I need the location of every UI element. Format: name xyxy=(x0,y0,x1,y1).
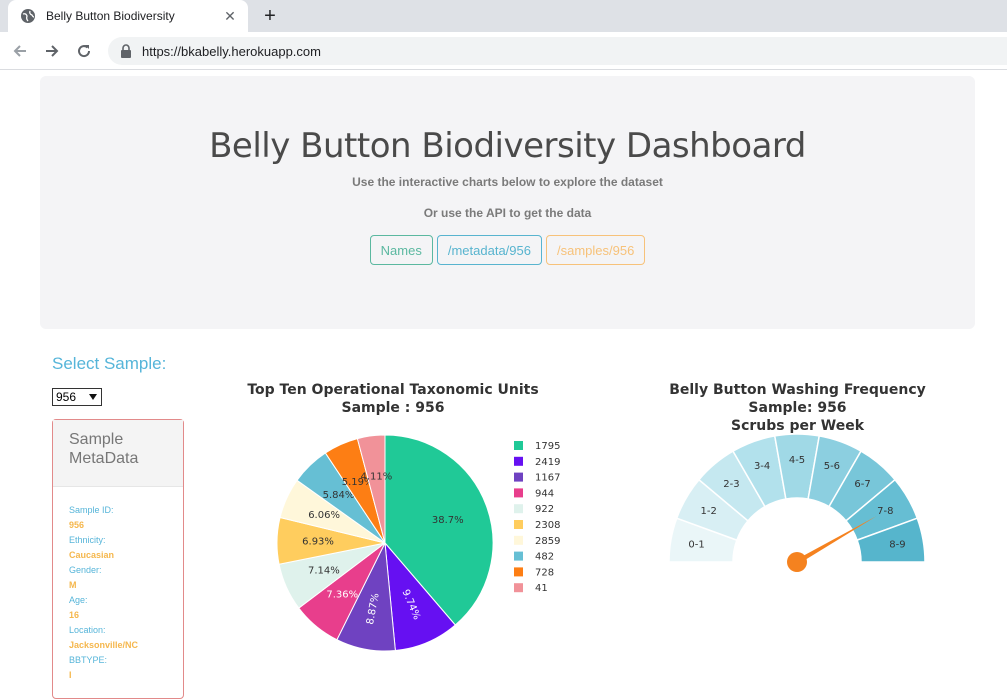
pie-value-label: 6.06% xyxy=(308,510,340,521)
gauge-segment-label: 4-5 xyxy=(789,455,805,466)
samples-api-button[interactable]: /samples/956 xyxy=(545,235,646,265)
reload-icon xyxy=(78,45,91,58)
gauge-title-line1: Belly Button Washing Frequency xyxy=(669,382,926,398)
pie-value-label: 7.36% xyxy=(326,590,358,601)
pie-value-label: 4.11% xyxy=(360,472,392,483)
metadata-key: BBTYPE: xyxy=(69,655,108,665)
legend-label[interactable]: 944 xyxy=(535,488,554,499)
lock-icon xyxy=(121,44,131,58)
metadata-key: Ethnicity: xyxy=(69,535,106,545)
subtitle-api: Or use the API to get the data xyxy=(423,206,592,220)
sample-select[interactable]: 956 xyxy=(52,388,102,406)
pie-chart-title: Top Ten Operational Taxonomic Units Samp… xyxy=(228,381,558,417)
metadata-key: Sample ID: xyxy=(69,505,114,515)
metadata-value: I xyxy=(69,670,72,680)
gauge-segment-label: 6-7 xyxy=(854,479,870,490)
legend-label[interactable]: 922 xyxy=(535,504,554,515)
sample-metadata-panel: Sample MetaData Sample ID: 956 Ethnicity… xyxy=(52,419,184,699)
header-jumbotron: Belly Button Biodiversity Dashboard Use … xyxy=(40,76,975,329)
washing-frequency-gauge: 0-1 1-2 2-3 3-4 4-5 5-6 6-7 7-8 8-9 xyxy=(668,433,926,572)
dropdown-arrow-icon xyxy=(89,394,97,400)
legend-label[interactable]: 2308 xyxy=(535,520,560,531)
browser-tab-bar: Belly Button Biodiversity ✕ + xyxy=(0,0,1007,32)
close-tab-icon[interactable]: ✕ xyxy=(220,6,240,26)
legend-label[interactable]: 728 xyxy=(535,567,554,578)
gauge-chart-title: Belly Button Washing Frequency Sample: 9… xyxy=(640,381,955,435)
back-button[interactable] xyxy=(8,39,32,63)
selected-sample-value: 956 xyxy=(56,390,77,404)
globe-icon xyxy=(21,9,35,23)
legend-swatch[interactable] xyxy=(514,504,523,514)
metadata-key: Location: xyxy=(69,625,106,635)
pie-value-label: 7.14% xyxy=(308,565,340,576)
pie-title-line1: Top Ten Operational Taxonomic Units xyxy=(247,382,539,398)
metadata-value: 956 xyxy=(69,520,85,530)
url-text: https://bkabelly.herokuapp.com xyxy=(142,43,321,59)
metadata-key: Age: xyxy=(69,595,88,605)
legend-swatch[interactable] xyxy=(514,535,523,545)
arrow-right-icon xyxy=(46,45,59,57)
gauge-segment-label: 3-4 xyxy=(754,461,770,472)
legend-swatch[interactable] xyxy=(514,456,523,466)
legend-swatch[interactable] xyxy=(514,472,523,482)
metadata-list: Sample ID: 956 Ethnicity: Caucasian Gend… xyxy=(53,487,183,683)
gauge-needle-hub xyxy=(787,552,807,572)
names-api-button[interactable]: Names xyxy=(369,235,433,265)
metadata-value: Caucasian xyxy=(69,550,115,560)
legend-swatch[interactable] xyxy=(514,488,523,498)
gauge-segment-label: 5-6 xyxy=(824,461,840,472)
metadata-key: Gender: xyxy=(69,565,102,575)
legend-label[interactable]: 41 xyxy=(535,583,548,594)
gauge-segment-label: 8-9 xyxy=(889,539,905,550)
page-title: Belly Button Biodiversity Dashboard xyxy=(209,126,806,166)
legend-swatch[interactable] xyxy=(514,441,523,450)
api-button-group: Names /metadata/956 /samples/956 xyxy=(40,235,975,265)
legend-swatch[interactable] xyxy=(514,520,523,529)
forward-button[interactable] xyxy=(40,39,64,63)
gauge-segment-label: 2-3 xyxy=(723,479,739,490)
metadata-api-button[interactable]: /metadata/956 xyxy=(436,235,542,265)
select-sample-label: Select Sample: xyxy=(52,354,167,373)
gauge-segment-label: 1-2 xyxy=(700,506,716,517)
gauge-segment-label: 7-8 xyxy=(877,506,893,517)
metadata-panel-title: Sample MetaData xyxy=(53,420,183,487)
pie-value-label: 6.93% xyxy=(302,537,334,548)
legend-swatch[interactable] xyxy=(514,551,523,561)
browser-toolbar: https://bkabelly.herokuapp.com xyxy=(0,32,1007,70)
reload-button[interactable] xyxy=(72,39,96,63)
arrow-left-icon xyxy=(13,45,26,57)
otu-pie-chart: 38.7%9.74%8.87%7.36%7.14%6.93%6.06%5.84%… xyxy=(276,434,560,652)
legend-swatch[interactable] xyxy=(514,567,523,577)
browser-tab[interactable]: Belly Button Biodiversity ✕ xyxy=(8,0,248,32)
metadata-value: M xyxy=(69,580,77,590)
gauge-title-line2: Sample: 956 xyxy=(748,400,847,416)
legend-label[interactable]: 2859 xyxy=(535,536,560,547)
metadata-value: Jacksonville/NC xyxy=(69,640,139,650)
metadata-value: 16 xyxy=(69,610,80,620)
gauge-segment-label: 0-1 xyxy=(688,539,704,550)
pie-value-label: 5.84% xyxy=(323,490,355,501)
legend-label[interactable]: 482 xyxy=(535,552,554,563)
address-bar[interactable]: https://bkabelly.herokuapp.com xyxy=(108,37,1007,65)
subtitle-explore: Use the interactive charts below to expl… xyxy=(352,175,663,189)
pie-value-label: 38.7% xyxy=(432,515,464,526)
new-tab-button[interactable]: + xyxy=(258,4,282,28)
legend-label[interactable]: 2419 xyxy=(535,457,560,468)
legend-swatch[interactable] xyxy=(514,583,523,593)
legend-label[interactable]: 1795 xyxy=(535,441,560,452)
pie-title-line2: Sample : 956 xyxy=(341,400,445,416)
tab-title: Belly Button Biodiversity xyxy=(46,9,175,23)
legend-label[interactable]: 1167 xyxy=(535,473,560,484)
